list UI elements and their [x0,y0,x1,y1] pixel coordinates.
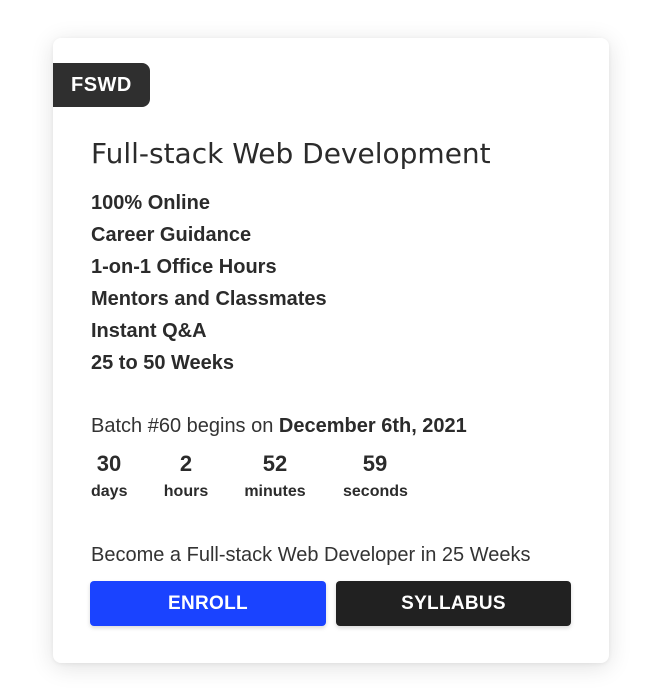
feature-item: 1-on-1 Office Hours [91,256,277,278]
countdown-minutes: 52 minutes [244,450,306,502]
countdown-days: 30 days [91,450,127,502]
countdown-hours-value: 2 [179,451,193,476]
feature-item: Mentors and Classmates [91,288,327,310]
course-card: FSWD Full-stack Web Development 100% Onl… [53,38,609,663]
batch-start-text: Batch #60 begins on December 6th, 2021 [91,412,467,440]
promo-text: Become a Full-stack Web Developer in 25 … [91,544,531,566]
countdown-timer: 30 days 2 hours 52 minutes 59 seconds [91,450,431,510]
enroll-button[interactable]: ENROLL [90,581,326,626]
countdown-days-label: days [91,483,128,500]
countdown-days-value: 30 [96,451,122,476]
countdown-minutes-label: minutes [244,483,306,500]
feature-list: 100% Online Career Guidance 1-on-1 Offic… [91,187,327,379]
feature-item: 25 to 50 Weeks [91,352,235,374]
syllabus-button[interactable]: SYLLABUS [336,581,571,626]
feature-item: Career Guidance [91,224,252,246]
course-code-badge: FSWD [53,63,150,107]
course-title: Full-stack Web Development [91,137,491,170]
page-background: FSWD Full-stack Web Development 100% Onl… [0,0,651,698]
batch-prefix: Batch #60 begins on [91,415,279,437]
countdown-seconds-value: 59 [362,451,388,476]
batch-date: December 6th, 2021 [278,415,467,437]
countdown-hours: 2 hours [163,450,209,502]
countdown-seconds-label: seconds [343,483,408,500]
countdown-seconds: 59 seconds [343,450,408,502]
countdown-minutes-value: 52 [262,451,288,476]
feature-item: 100% Online [91,192,210,214]
feature-item: Instant Q&A [91,320,207,342]
countdown-hours-label: hours [163,483,209,500]
